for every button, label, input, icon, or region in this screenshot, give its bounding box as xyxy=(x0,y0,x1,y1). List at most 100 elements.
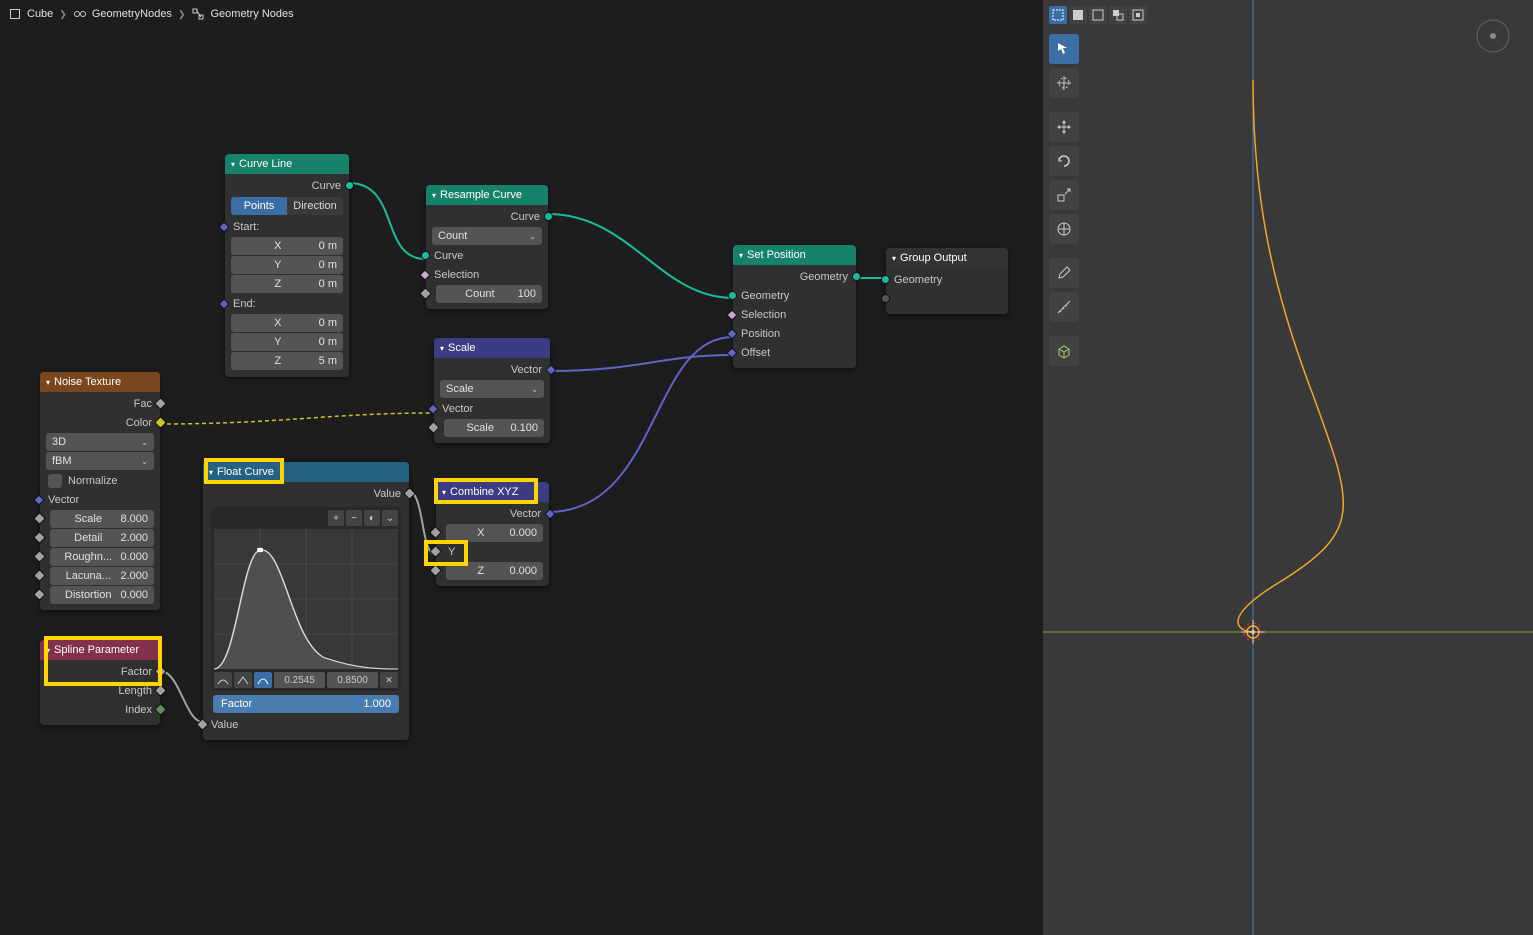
node-header[interactable]: ▾ Combine XYZ xyxy=(436,482,549,502)
node-editor-canvas[interactable]: ▾ Curve Line Curve Points Direction Star… xyxy=(0,30,1043,935)
select-none-icon[interactable] xyxy=(1089,6,1107,24)
socket-float-in[interactable] xyxy=(33,588,46,601)
tool-cursor[interactable] xyxy=(1049,68,1079,98)
zoom-out-icon[interactable]: − xyxy=(346,510,362,526)
node-curve-line[interactable]: ▾ Curve Line Curve Points Direction Star… xyxy=(225,154,349,377)
normalize-checkbox-row[interactable]: Normalize xyxy=(44,471,156,490)
detail-field[interactable]: Detail2.000 xyxy=(50,529,154,547)
point-x-field[interactable]: 0.2545 xyxy=(274,672,325,688)
clip-icon[interactable]: ◐ xyxy=(364,510,380,526)
node-header[interactable]: ▾ Scale xyxy=(434,338,550,358)
socket-float-in[interactable] xyxy=(429,526,442,539)
socket-float-in[interactable] xyxy=(429,545,442,558)
node-vector-scale[interactable]: ▾ Scale Vector Scale⌄ Vector Scale0.100 xyxy=(434,338,550,443)
basis-select[interactable]: fBM⌄ xyxy=(46,452,154,470)
socket-vector-in[interactable] xyxy=(218,298,229,309)
socket-vector-in[interactable] xyxy=(726,347,737,358)
socket-geometry-in[interactable] xyxy=(728,291,737,300)
delete-point-icon[interactable]: ✕ xyxy=(380,672,398,688)
node-combine-xyz[interactable]: ▾ Combine XYZ Vector X0.000 Y Z0.000 xyxy=(436,482,549,586)
start-x-field[interactable]: X0 m xyxy=(231,237,343,255)
socket-virtual-in[interactable] xyxy=(881,294,890,303)
tool-measure[interactable] xyxy=(1049,292,1079,322)
viewport-3d[interactable] xyxy=(1043,0,1533,935)
socket-float-out[interactable] xyxy=(154,397,167,410)
mode-select[interactable]: Count⌄ xyxy=(432,227,542,245)
end-y-field[interactable]: Y0 m xyxy=(231,333,343,351)
lacunarity-field[interactable]: Lacuna...2.000 xyxy=(50,567,154,585)
dim-select[interactable]: 3D⌄ xyxy=(46,433,154,451)
node-set-position[interactable]: ▾ Set Position Geometry Geometry Selecti… xyxy=(733,245,856,368)
select-all-icon[interactable] xyxy=(1049,6,1067,24)
node-group-output[interactable]: ▾ Group Output Geometry xyxy=(886,248,1008,314)
socket-float-out[interactable] xyxy=(154,665,167,678)
tool-select-box[interactable] xyxy=(1049,34,1079,64)
socket-vector-in[interactable] xyxy=(33,494,44,505)
socket-color-out[interactable] xyxy=(154,416,167,429)
tool-annotate[interactable] xyxy=(1049,258,1079,288)
socket-vector-out[interactable] xyxy=(544,508,555,519)
socket-float-in[interactable] xyxy=(427,421,440,434)
socket-bool-in[interactable] xyxy=(419,269,430,280)
tool-scale[interactable] xyxy=(1049,180,1079,210)
socket-float-in[interactable] xyxy=(33,550,46,563)
node-header[interactable]: ▾ Resample Curve xyxy=(426,185,548,205)
node-header[interactable]: ▾ Spline Parameter xyxy=(40,640,160,660)
roughness-field[interactable]: Roughn...0.000 xyxy=(50,548,154,566)
select-subtract-icon[interactable] xyxy=(1129,6,1147,24)
curve-widget[interactable]: + − ◐ ⌄ xyxy=(211,507,401,691)
socket-bool-in[interactable] xyxy=(726,309,737,320)
socket-float-in[interactable] xyxy=(33,531,46,544)
socket-geometry-out[interactable] xyxy=(345,181,354,190)
factor-slider[interactable]: Factor 1.000 xyxy=(213,695,399,713)
mode-segmented[interactable]: Points Direction xyxy=(231,197,343,215)
zoom-in-icon[interactable]: + xyxy=(328,510,344,526)
node-resample-curve[interactable]: ▾ Resample Curve Curve Count⌄ Curve Sele… xyxy=(426,185,548,309)
socket-float-in[interactable] xyxy=(429,564,442,577)
socket-float-out[interactable] xyxy=(403,487,416,500)
socket-int-out[interactable] xyxy=(154,703,167,716)
handle-auto-icon[interactable] xyxy=(214,672,232,688)
socket-vector-in[interactable] xyxy=(726,328,737,339)
handle-vector-icon[interactable] xyxy=(234,672,252,688)
node-noise-texture[interactable]: ▾ Noise Texture Fac Color 3D⌄ fBM⌄ Norma… xyxy=(40,372,160,610)
point-y-field[interactable]: 0.8500 xyxy=(327,672,378,688)
crumb-nodetree[interactable]: Geometry Nodes xyxy=(191,7,293,21)
node-header[interactable]: ▾ Set Position xyxy=(733,245,856,265)
socket-geometry-out[interactable] xyxy=(852,272,861,281)
node-float-curve[interactable]: ▾ Float Curve Value + − ◐ ⌄ xyxy=(203,462,409,740)
mode-direction-button[interactable]: Direction xyxy=(287,197,343,215)
checkbox-icon[interactable] xyxy=(48,474,62,488)
select-extend-icon[interactable] xyxy=(1109,6,1127,24)
node-header[interactable]: ▾ Group Output xyxy=(886,248,1008,268)
tools-menu-icon[interactable]: ⌄ xyxy=(382,510,398,526)
x-field[interactable]: X0.000 xyxy=(446,524,543,542)
node-spline-parameter[interactable]: ▾ Spline Parameter Factor Length Index xyxy=(40,640,160,725)
tool-add-primitive[interactable] xyxy=(1049,336,1079,366)
scale-field[interactable]: Scale8.000 xyxy=(50,510,154,528)
node-header[interactable]: ▾ Curve Line xyxy=(225,154,349,174)
start-z-field[interactable]: Z0 m xyxy=(231,275,343,293)
crumb-object[interactable]: Cube xyxy=(8,7,53,21)
end-x-field[interactable]: X0 m xyxy=(231,314,343,332)
op-select[interactable]: Scale⌄ xyxy=(440,380,544,398)
crumb-modifier[interactable]: GeometryNodes xyxy=(73,7,172,21)
socket-vector-in[interactable] xyxy=(427,403,438,414)
start-y-field[interactable]: Y0 m xyxy=(231,256,343,274)
z-field[interactable]: Z0.000 xyxy=(446,562,543,580)
socket-float-out[interactable] xyxy=(154,684,167,697)
tool-transform[interactable] xyxy=(1049,214,1079,244)
handle-auto-clamped-icon[interactable] xyxy=(254,672,272,688)
end-z-field[interactable]: Z5 m xyxy=(231,352,343,370)
node-header[interactable]: ▾ Noise Texture xyxy=(40,372,160,392)
tool-rotate[interactable] xyxy=(1049,146,1079,176)
tool-move[interactable] xyxy=(1049,112,1079,142)
socket-vector-in[interactable] xyxy=(218,221,229,232)
count-field[interactable]: Count100 xyxy=(436,285,542,303)
node-header[interactable]: ▾ Float Curve xyxy=(203,462,409,482)
socket-float-in[interactable] xyxy=(196,718,209,731)
viewport-nav-gizmo[interactable] xyxy=(1475,18,1511,54)
mode-points-button[interactable]: Points xyxy=(231,197,287,215)
socket-float-in[interactable] xyxy=(33,569,46,582)
socket-geometry-in[interactable] xyxy=(421,251,430,260)
